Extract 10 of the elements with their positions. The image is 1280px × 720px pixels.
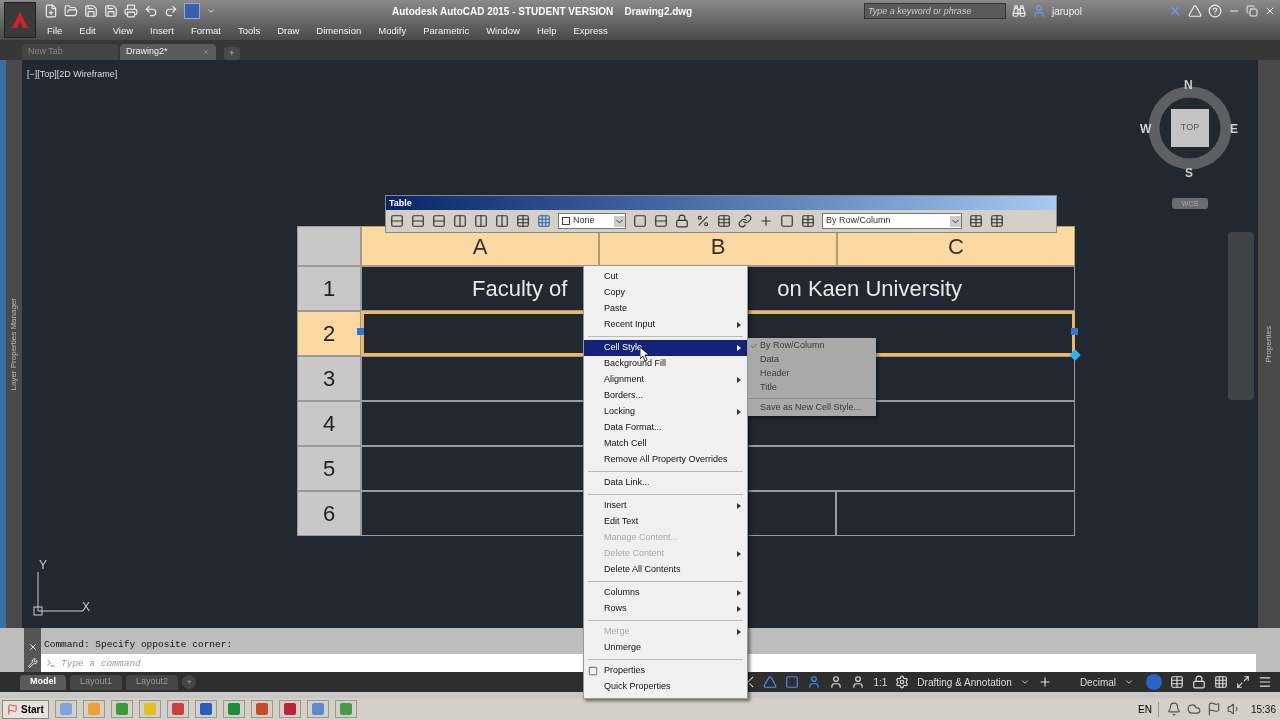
compass-letter: S <box>1185 165 1193 182</box>
compass-letter: E <box>1230 121 1238 138</box>
command-history: Command: Specify opposite corner: <box>43 638 233 652</box>
window-title: Autodesk AutoCAD 2015 - STUDENT VERSION Drawing2.dwg <box>392 4 693 19</box>
compass-letter: W <box>1140 121 1152 138</box>
axis-label: X <box>82 599 90 616</box>
cell-text: on Kaen University <box>777 275 962 303</box>
axis-label: Y <box>39 557 47 574</box>
cell-text: Faculty of <box>472 275 568 303</box>
compass-letter: N <box>1184 77 1193 94</box>
